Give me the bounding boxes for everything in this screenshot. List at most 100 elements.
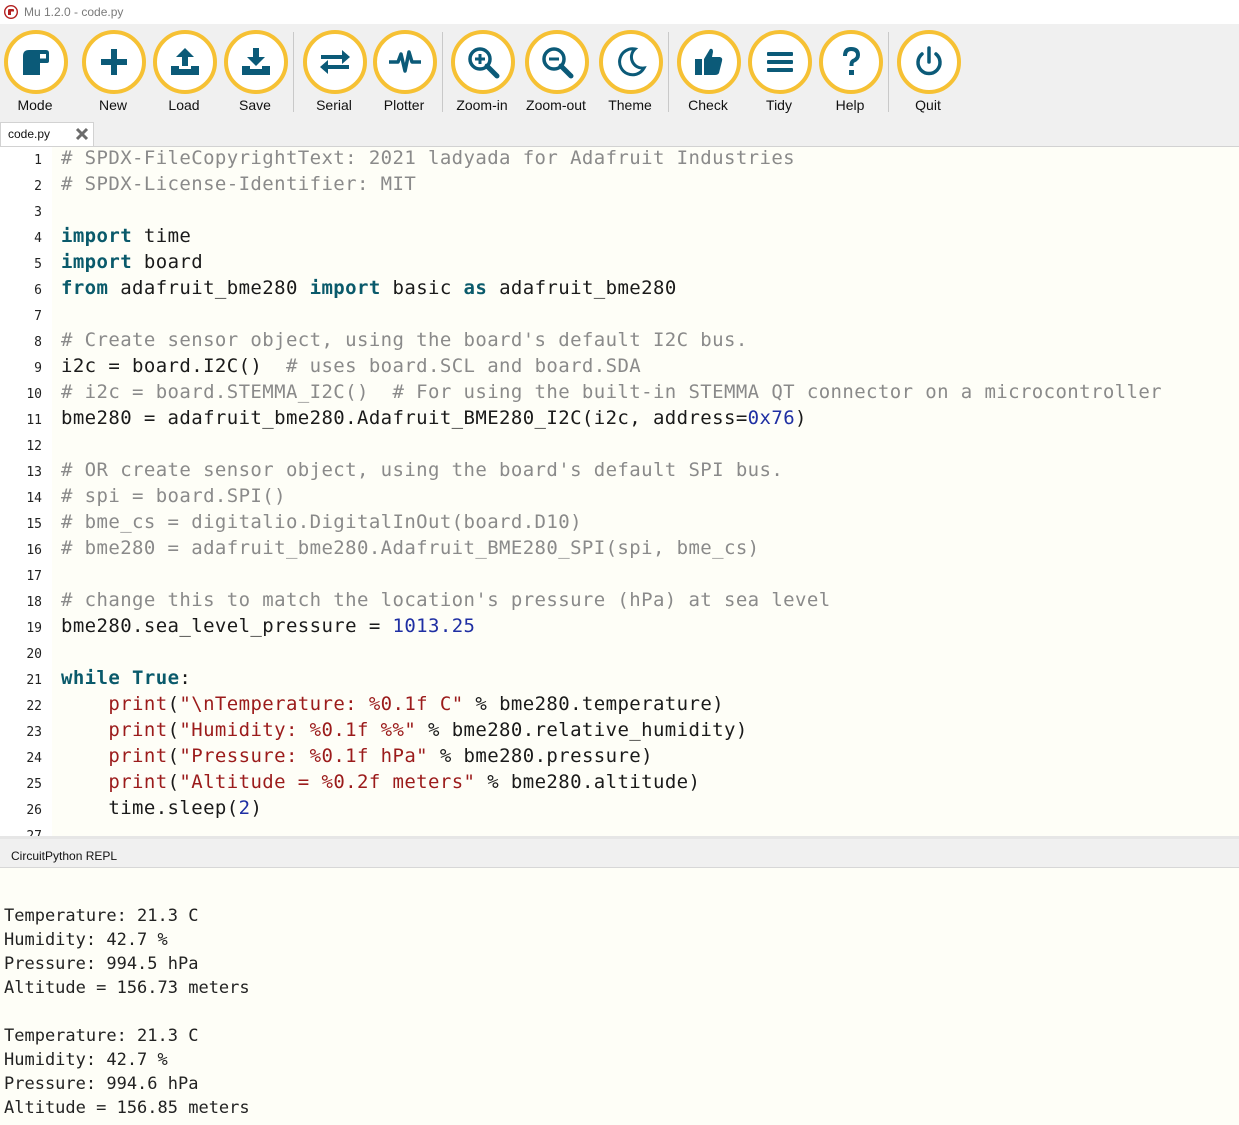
line-number: 4 xyxy=(34,231,42,246)
close-icon[interactable] xyxy=(74,126,90,142)
load-button[interactable]: Load xyxy=(149,30,219,120)
code-text: import board xyxy=(61,251,204,273)
window-title: Mu 1.2.0 - code.py xyxy=(24,5,124,19)
code-editor[interactable]: 1 # SPDX-FileCopyrightText: 2021 ladyada … xyxy=(0,147,1239,836)
code-line[interactable]: 22 print("\nTemperature: %0.1f C" % bme2… xyxy=(0,693,1239,719)
code-line[interactable]: 25 print("Altitude = %0.2f meters" % bme… xyxy=(0,771,1239,797)
lines-icon xyxy=(767,52,793,72)
code-text: # SPDX-License-Identifier: MIT xyxy=(61,173,417,195)
title-bar: Mu 1.2.0 - code.py xyxy=(0,0,1239,24)
repl-output-line: Altitude = 156.73 meters xyxy=(4,978,250,998)
upload-icon xyxy=(171,48,199,75)
tab-label: code.py xyxy=(8,127,51,141)
plus-icon xyxy=(101,49,127,75)
line-number: 25 xyxy=(26,777,42,792)
line-number: 5 xyxy=(34,257,42,272)
theme-button[interactable]: Theme xyxy=(595,30,665,120)
mode-button[interactable]: Mode xyxy=(0,30,70,120)
code-line[interactable]: 8 # Create sensor object, using the board… xyxy=(0,329,1239,355)
repl-output-line: Humidity: 42.7 % xyxy=(4,930,168,950)
code-text: # change this to match the location's pr… xyxy=(61,589,831,611)
code-text: time.sleep(2) xyxy=(61,797,263,819)
help-button[interactable]: Help xyxy=(815,30,885,120)
line-number: 11 xyxy=(26,413,42,428)
check-button[interactable]: Check xyxy=(673,30,743,120)
repl-output-line: Temperature: 21.3 C xyxy=(4,1026,199,1046)
code-text: bme280.sea_level_pressure = 1013.25 xyxy=(61,615,476,637)
line-number: 2 xyxy=(34,179,42,194)
code-text: print("Humidity: %0.1f %%" % bme280.rela… xyxy=(108,719,748,741)
code-line[interactable]: 9 i2c = board.I2C() # uses board.SCL and … xyxy=(0,355,1239,381)
code-text: print("\nTemperature: %0.1f C" % bme280.… xyxy=(108,693,725,715)
line-number: 9 xyxy=(34,361,42,376)
code-line[interactable]: 17 xyxy=(0,563,1239,589)
line-number: 19 xyxy=(26,621,42,636)
repl-output-line: Humidity: 42.7 % xyxy=(4,1050,168,1070)
code-line[interactable]: 1 # SPDX-FileCopyrightText: 2021 ladyada … xyxy=(0,147,1239,173)
plotter-button[interactable]: Plotter xyxy=(369,30,439,120)
tab-code-py[interactable]: code.py xyxy=(0,122,94,146)
code-line[interactable]: 5 import board xyxy=(0,251,1239,277)
code-line[interactable]: 15 # bme_cs = digitalio.DigitalInOut(boar… xyxy=(0,511,1239,537)
code-line[interactable]: 6 from adafruit_bme280 import basic as ad… xyxy=(0,277,1239,303)
code-text: while True: xyxy=(61,667,192,689)
help-label: Help xyxy=(835,97,865,113)
code-text: print("Altitude = %0.2f meters" % bme280… xyxy=(108,771,701,793)
repl-output-line: Pressure: 994.5 hPa xyxy=(4,954,199,974)
code-text: i2c = board.I2C() # uses board.SCL and b… xyxy=(61,355,642,377)
code-line[interactable]: 21 while True: xyxy=(0,667,1239,693)
new-button[interactable]: New xyxy=(78,30,148,120)
code-line[interactable]: 12 xyxy=(0,433,1239,459)
line-number: 7 xyxy=(34,309,42,324)
line-number: 27 xyxy=(0,829,42,836)
code-text: # spi = board.SPI() xyxy=(61,485,286,507)
line-number: 15 xyxy=(26,517,42,532)
line-number: 14 xyxy=(26,491,42,506)
code-line[interactable]: 23 print("Humidity: %0.1f %%" % bme280.r… xyxy=(0,719,1239,745)
toolbar: Mode New Load Save Serial Plotter Zoom-i… xyxy=(0,24,1239,120)
code-line[interactable]: 20 xyxy=(0,641,1239,667)
line-number: 1 xyxy=(34,153,42,168)
code-line[interactable]: 7 xyxy=(0,303,1239,329)
tidy-button[interactable]: Tidy xyxy=(744,30,814,120)
repl-output-line: Temperature: 21.3 C xyxy=(4,906,199,926)
zoom-in-button[interactable]: Zoom-in xyxy=(447,30,517,120)
code-text: bme280 = adafruit_bme280.Adafruit_BME280… xyxy=(61,407,807,429)
zoom-out-button[interactable]: Zoom-out xyxy=(521,30,591,120)
line-number: 12 xyxy=(26,439,42,454)
code-line[interactable]: 11 bme280 = adafruit_bme280.Adafruit_BME2… xyxy=(0,407,1239,433)
line-number: 26 xyxy=(26,803,42,818)
mode-icon xyxy=(23,50,49,75)
code-line[interactable]: 3 xyxy=(0,199,1239,225)
line-number: 6 xyxy=(34,283,42,298)
code-line[interactable]: 27 xyxy=(0,823,1239,836)
code-line[interactable]: 18 # change this to match the location's … xyxy=(0,589,1239,615)
line-number: 8 xyxy=(34,335,42,350)
line-number: 18 xyxy=(26,595,42,610)
code-line[interactable]: 19 bme280.sea_level_pressure = 1013.25 xyxy=(0,615,1239,641)
code-line[interactable]: 10 # i2c = board.STEMMA_I2C() # For using… xyxy=(0,381,1239,407)
save-button[interactable]: Save xyxy=(220,30,290,120)
code-text: import time xyxy=(61,225,192,247)
code-line[interactable]: 14 # spi = board.SPI() xyxy=(0,485,1239,511)
zoom-in-icon xyxy=(468,47,500,79)
line-number: 13 xyxy=(26,465,42,480)
zoom-out-icon xyxy=(542,47,574,79)
code-line[interactable]: 2 # SPDX-License-Identifier: MIT xyxy=(0,173,1239,199)
repl-console[interactable]: Temperature: 21.3 C Humidity: 42.7 % Press… xyxy=(0,868,1239,1125)
code-line[interactable]: 4 import time xyxy=(0,225,1239,251)
line-number: 3 xyxy=(34,205,42,220)
quit-button[interactable]: Quit xyxy=(893,30,963,120)
code-text: # bme_cs = digitalio.DigitalInOut(board.… xyxy=(61,511,582,533)
line-number: 22 xyxy=(26,699,42,714)
code-line[interactable]: 26 time.sleep(2) xyxy=(0,797,1239,823)
code-text: # bme280 = adafruit_bme280.Adafruit_BME2… xyxy=(61,537,760,559)
code-line[interactable]: 13 # OR create sensor object, using the b… xyxy=(0,459,1239,485)
pulse-icon xyxy=(389,50,421,73)
code-text: # SPDX-FileCopyrightText: 2021 ladyada f… xyxy=(61,147,796,169)
code-line[interactable]: 24 print("Pressure: %0.1f hPa" % bme280.… xyxy=(0,745,1239,771)
swap-arrows-icon xyxy=(320,50,350,74)
code-line[interactable]: 16 # bme280 = adafruit_bme280.Adafruit_BM… xyxy=(0,537,1239,563)
line-number: 17 xyxy=(26,569,42,584)
line-number: 16 xyxy=(26,543,42,558)
